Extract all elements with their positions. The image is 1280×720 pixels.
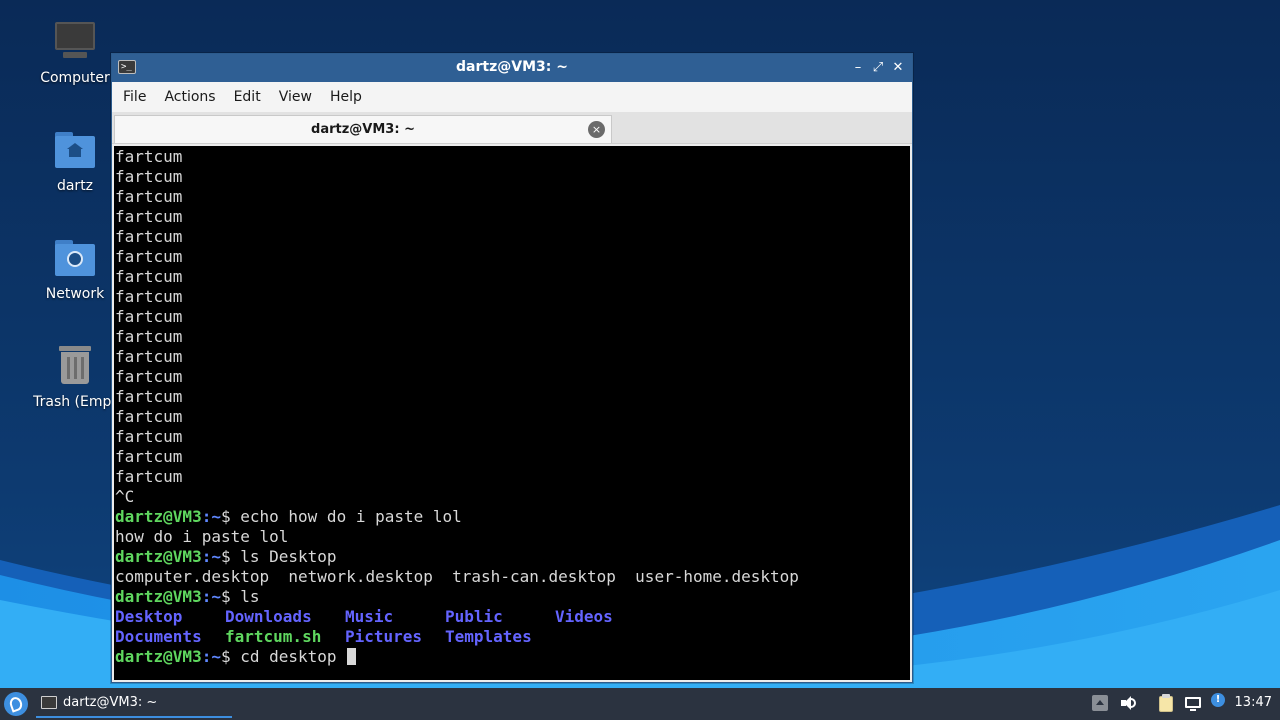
taskbar-window-button[interactable]: dartz@VM3: ~ — [36, 690, 232, 718]
menu-help[interactable]: Help — [323, 89, 369, 105]
ls-output-row: Documents fartcum.sh Pictures Templates — [115, 627, 910, 647]
command-text: echo how do i paste lol — [240, 507, 462, 526]
ls-entry-dir: Documents — [115, 627, 202, 646]
close-button[interactable]: ✕ — [888, 58, 908, 78]
window-titlebar[interactable]: >_ dartz@VM3: ~ – ⤢ ✕ — [112, 54, 912, 82]
maximize-button[interactable]: ⤢ — [868, 58, 888, 78]
terminal-line: fartcum — [115, 467, 183, 486]
terminal-app-icon — [41, 696, 57, 709]
command-input[interactable]: cd desktop — [240, 647, 346, 666]
prompt-line: dartz@VM3:~$ echo how do i paste lol — [115, 507, 910, 527]
command-text: ls — [240, 587, 260, 606]
terminal-line: ^C — [115, 487, 135, 506]
terminal-line: fartcum — [115, 247, 183, 266]
prompt-user: dartz@VM3 — [115, 647, 202, 666]
menu-file[interactable]: File — [116, 89, 153, 105]
ls-entry-dir: Desktop — [115, 607, 183, 626]
desktop-icon-label: dartz — [56, 178, 94, 194]
notification-icon[interactable]: ! — [1210, 692, 1228, 710]
ls-entry-dir: Music — [345, 607, 394, 626]
tab-close-icon[interactable]: × — [588, 121, 605, 138]
prompt-symbol: $ — [220, 547, 241, 566]
terminal-line: fartcum — [115, 147, 183, 166]
lubuntu-logo-icon — [7, 695, 25, 713]
monitor-icon — [53, 20, 97, 64]
network-icon[interactable] — [1184, 694, 1202, 712]
ls-entry-exe: fartcum.sh — [225, 627, 322, 646]
terminal-line: fartcum — [115, 187, 183, 206]
prompt-path: :~ — [201, 647, 221, 666]
minimize-button[interactable]: – — [848, 58, 868, 78]
command-text: ls Desktop — [240, 547, 337, 566]
prompt-line: dartz@VM3:~$ ls — [115, 587, 910, 607]
tab-bar: dartz@VM3: ~ × — [112, 112, 912, 144]
taskbar: dartz@VM3: ~ ! 13:47 — [0, 688, 1280, 720]
prompt-symbol: $ — [220, 647, 241, 666]
terminal-line: fartcum — [115, 367, 183, 386]
terminal-line: fartcum — [115, 407, 183, 426]
home-folder-icon — [53, 128, 97, 172]
prompt-user: dartz@VM3 — [115, 507, 202, 526]
network-folder-icon — [53, 236, 97, 280]
up-arrow-icon[interactable] — [1091, 694, 1109, 712]
ls-entry-dir: Videos — [555, 607, 613, 626]
terminal-tab[interactable]: dartz@VM3: ~ × — [114, 115, 612, 143]
trash-icon — [53, 344, 97, 388]
terminal-line: fartcum — [115, 227, 183, 246]
terminal-window: >_ dartz@VM3: ~ – ⤢ ✕ File Actions Edit … — [111, 53, 913, 683]
desktop-icon-label: Trash (Empt — [33, 394, 117, 410]
prompt-line: dartz@VM3:~$ ls Desktop — [115, 547, 910, 567]
prompt-line-active: dartz@VM3:~$ cd desktop — [115, 647, 910, 667]
ls-output-row: Desktop Downloads Music Public Videos — [115, 607, 910, 627]
window-title: dartz@VM3: ~ — [456, 59, 568, 75]
prompt-user: dartz@VM3 — [115, 547, 202, 566]
desktop-icon-label: Computer — [40, 70, 110, 86]
terminal-line: how do i paste lol — [115, 527, 289, 546]
prompt-symbol: $ — [220, 507, 241, 526]
terminal-output[interactable]: fartcum fartcum fartcum fartcum fartcum … — [114, 146, 910, 680]
menu-view[interactable]: View — [272, 89, 319, 105]
ls-entry-dir: Templates — [445, 627, 532, 646]
ls-entry-dir: Pictures — [345, 627, 423, 646]
terminal-line: computer.desktop network.desktop trash-c… — [115, 567, 799, 586]
clipboard-icon[interactable] — [1157, 694, 1175, 712]
menu-bar: File Actions Edit View Help — [112, 82, 912, 112]
prompt-path: :~ — [201, 547, 221, 566]
taskbar-window-label: dartz@VM3: ~ — [63, 695, 158, 710]
terminal-line: fartcum — [115, 387, 183, 406]
start-menu-button[interactable] — [4, 692, 28, 716]
terminal-line: fartcum — [115, 267, 183, 286]
terminal-line: fartcum — [115, 167, 183, 186]
tab-label: dartz@VM3: ~ — [311, 122, 415, 137]
desktop-icon-label: Network — [45, 286, 105, 302]
prompt-symbol: $ — [220, 587, 241, 606]
volume-icon[interactable] — [1119, 694, 1137, 712]
terminal-line: fartcum — [115, 347, 183, 366]
ls-entry-dir: Public — [445, 607, 503, 626]
prompt-path: :~ — [201, 507, 221, 526]
terminal-line: fartcum — [115, 427, 183, 446]
terminal-line: fartcum — [115, 447, 183, 466]
text-cursor — [347, 648, 357, 665]
terminal-line: fartcum — [115, 307, 183, 326]
terminal-line: fartcum — [115, 207, 183, 226]
terminal-line: fartcum — [115, 327, 183, 346]
clock[interactable]: 13:47 — [1235, 695, 1272, 710]
prompt-user: dartz@VM3 — [115, 587, 202, 606]
menu-actions[interactable]: Actions — [157, 89, 222, 105]
terminal-line: fartcum — [115, 287, 183, 306]
menu-edit[interactable]: Edit — [227, 89, 268, 105]
prompt-path: :~ — [201, 587, 221, 606]
ls-entry-dir: Downloads — [225, 607, 312, 626]
